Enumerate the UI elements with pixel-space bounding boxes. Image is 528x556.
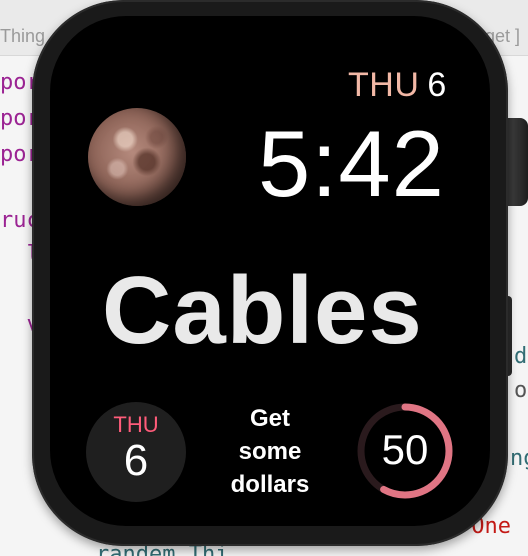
planet-complication[interactable]: [88, 108, 186, 206]
date-complication[interactable]: THU 6: [86, 402, 186, 502]
headline-text: Cables: [102, 257, 423, 364]
editor-tab-left[interactable]: Thing: [0, 26, 45, 47]
code-line: ngV: [510, 446, 528, 471]
watch-date: THU 6: [348, 66, 447, 105]
simulator-stage: Thing get ] port port port ruc l v d or …: [0, 0, 528, 556]
complication-text-line: dollars: [230, 471, 310, 498]
watch-time: 5:42: [258, 111, 445, 216]
code-line: d: [514, 344, 528, 369]
complication-day: THU: [113, 412, 159, 437]
text-complication[interactable]: Get some dollars: [224, 402, 316, 498]
ring-complication[interactable]: 50: [354, 400, 456, 502]
complication-num: 6: [123, 436, 149, 485]
code-line: or: [514, 378, 528, 403]
code-line: -: [514, 410, 528, 435]
watch-date-num: 6: [427, 66, 447, 104]
ring-value: 50: [381, 426, 429, 473]
complication-text-line: Get: [249, 405, 290, 432]
complication-text-line: some: [238, 438, 302, 465]
watch-date-day: THU: [348, 66, 420, 104]
